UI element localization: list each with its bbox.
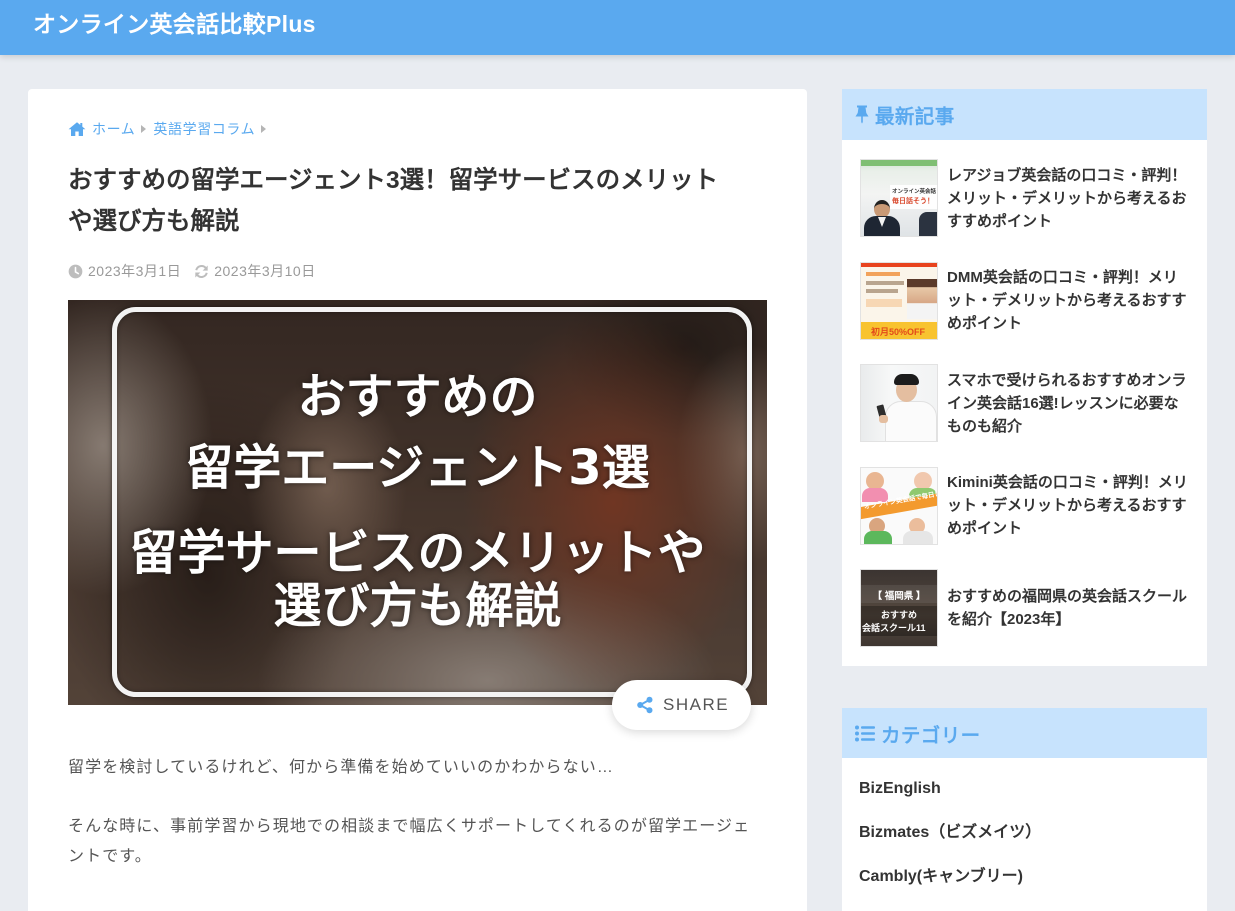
thumbnail-text: 会話スクール11 [862,623,926,633]
share-button[interactable]: SHARE [612,680,751,730]
recent-post-item[interactable]: 【 福岡県 】 おすすめ 会話スクール11 おすすめの福岡県の英会話スクール を… [860,569,1207,647]
category-item[interactable]: Cambly(キャンブリー) [842,855,1207,899]
thumbnail-person-body [903,530,933,544]
breadcrumb-category-link[interactable]: 英語学習コラム [153,119,255,139]
categories-heading: カテゴリー [842,708,1207,758]
recent-post-title: Kimini英会話の口コミ・評判！メリ ット・デメリットから考えるおすす めポイ… [947,471,1188,540]
hero-text-line: 選び方も解説 [273,578,562,634]
recent-post-title-line: スマホで受けられるおすすめオンラ [947,371,1187,389]
post-thumbnail [860,364,938,442]
breadcrumb-home-label: ホーム [92,121,136,137]
hero-image-frame [112,307,752,697]
refresh-icon [195,264,208,278]
list-icon [855,725,875,741]
updated-date: 2023年3月10日 [194,261,316,281]
published-date: 2023年3月1日 [68,261,181,281]
article-title-line: や選び方も解説 [68,208,240,235]
recent-post-item[interactable]: スマホで受けられるおすすめオンラ イン英会話16選!レッスンに必要な ものも紹介 [860,364,1207,442]
thumbnail-text-bar [866,288,898,293]
recent-posts-list: オンライン英会話 毎日話そう！ レアジョブ英会話の口コミ・評判！ メリット・デメ… [842,140,1207,647]
paragraph-line: そんな時に、事前学習から現地での相談まで幅広くサポートしてくれるのが留学エージェ [68,818,751,835]
hero-text-line: 留学エージェント3選 [185,440,650,496]
thumbnail-text: オンライン英会話 [892,189,937,195]
thumbnail-person-body [864,530,892,544]
categories-widget: カテゴリー BizEnglish Bizmates（ビズメイツ） Cambly(… [842,708,1207,911]
article-title: おすすめの留学エージェント3選！留学サービスのメリット や選び方も解説 [68,160,718,242]
hero-text-line: おすすめの [297,369,538,425]
thumbnail-text: 【 福岡県 】 [872,591,926,602]
recent-posts-heading: 最新記事 [842,89,1207,140]
thumbtack-icon [855,105,869,124]
thumbnail-text: 初月50%OFF [871,326,926,337]
post-thumbnail: オンライン英会話 毎日話そう！ [860,159,938,237]
thumbnail-person-head [914,471,932,490]
recent-post-title-line: ット・デメリットから考えるおすす [947,497,1187,514]
thumbnail-person-hair [894,374,919,385]
share-icon [637,696,653,714]
category-list: BizEnglish Bizmates（ビズメイツ） Cambly(キャンブリー… [842,758,1207,899]
recent-post-title-line: DMM英会話の口コミ・評判！メリ [947,269,1178,286]
clock-icon [68,264,83,278]
thumbnail-person-head [866,471,884,490]
recent-post-title: スマホで受けられるおすすめオンラ イン英会話16選!レッスンに必要な ものも紹介 [947,369,1187,438]
category-item[interactable]: Bizmates（ビズメイツ） [842,811,1207,855]
updated-date-text: 2023年3月10日 [214,263,316,279]
recent-post-title: おすすめの福岡県の英会話スクール を紹介【2023年】 [947,585,1187,631]
thumbnail-band [861,262,937,267]
post-thumbnail: 初月50%OFF [860,261,938,340]
thumbnail-text-bar [866,271,900,276]
thumbnail-person-hand [879,415,888,423]
recent-post-title-line: を紹介【2023年】 [947,611,1071,628]
hero-text-line: 留学サービスのメリットや [129,525,706,581]
share-label: SHARE [663,695,730,714]
article-paragraph: そんな時に、事前学習から現地での相談まで幅広くサポートしてくれるのが留学エージェ… [68,812,750,872]
thumbnail-person-body [919,212,937,236]
recent-post-title-line: めポイント [947,520,1023,537]
thumbnail-person-shirt [885,401,937,441]
recent-post-title-line: おすすめの福岡県の英会話スクール [947,588,1188,605]
recent-posts-heading-text: 最新記事 [875,106,955,128]
recent-post-title-line: Kimini英会話の口コミ・評判！メリ [947,474,1188,491]
recent-post-title-line: ものも紹介 [947,417,1023,435]
recent-post-title-line: ット・デメリットから考えるおすす [947,292,1187,309]
recent-post-item[interactable]: 初月50%OFF DMM英会話の口コミ・評判！メリ ット・デメリットから考えるお… [860,261,1207,340]
post-dates: 2023年3月1日 2023年3月10日 [68,262,329,280]
paragraph-line: ントです。 [68,848,152,865]
recent-post-title-line: イン英会話16選!レッスンに必要な [947,394,1179,412]
post-thumbnail: オンライン英会話で毎日レッ [860,466,938,545]
site-title-link[interactable]: オンライン英会話比較Plus [33,8,316,40]
hero-image: おすすめの 留学エージェント3選 留学サービスのメリットや 選び方も解説 [68,300,767,705]
thumbnail-text-bar [866,298,902,307]
caret-right-icon [141,125,147,133]
recent-post-title-line: レアジョブ英会話の口コミ・評判！ [947,166,1187,184]
article-paragraph: 留学を検討しているけれど、何から準備を始めていいのかわからない… [68,753,614,783]
breadcrumb-home-link[interactable]: ホーム [68,119,135,139]
category-item[interactable]: BizEnglish [842,767,1207,811]
paragraph-line: 留学を検討しているけれど、何から準備を始めていいのかわからない… [68,759,614,776]
recent-post-title-line: めポイント [947,315,1023,332]
article-card: ホーム 英語学習コラム おすすめの留学エージェント3選！留学サービスのメリット … [28,89,807,911]
recent-posts-widget: 最新記事 オンライン英会話 毎日話そう！ レアジョブ英会話の口コミ・評判！ メリ… [842,89,1207,666]
recent-post-item[interactable]: オンライン英会話 毎日話そう！ レアジョブ英会話の口コミ・評判！ メリット・デメ… [860,159,1207,237]
recent-post-title: レアジョブ英会話の口コミ・評判！ メリット・デメリットから考えるお すすめポイン… [947,164,1187,233]
recent-post-title-line: メリット・デメリットから考えるお [947,189,1187,207]
home-icon [68,122,86,136]
breadcrumb: ホーム 英語学習コラム [68,120,273,138]
recent-post-title-line: すすめポイント [947,212,1053,230]
caret-right-icon [261,125,267,133]
thumbnail-person [907,278,937,319]
thumbnail-text: おすすめ [880,610,917,620]
thumbnail-band [861,160,937,166]
thumbnail-text-bar [866,280,904,285]
published-date-text: 2023年3月1日 [88,263,182,279]
thumbnail-text: 毎日話そう！ [892,198,934,205]
categories-heading-text: カテゴリー [881,724,981,747]
site-header: オンライン英会話比較Plus [0,0,1235,55]
article-title-line: おすすめの留学エージェント3選！留学サービスのメリット [68,167,719,194]
post-thumbnail: 【 福岡県 】 おすすめ 会話スクール11 [860,569,938,647]
recent-post-title: DMM英会話の口コミ・評判！メリ ット・デメリットから考えるおすす めポイント [947,266,1187,335]
recent-post-item[interactable]: オンライン英会話で毎日レッ Kimini英会話の口コミ・評判！メリ ット・デメリ… [860,466,1207,545]
